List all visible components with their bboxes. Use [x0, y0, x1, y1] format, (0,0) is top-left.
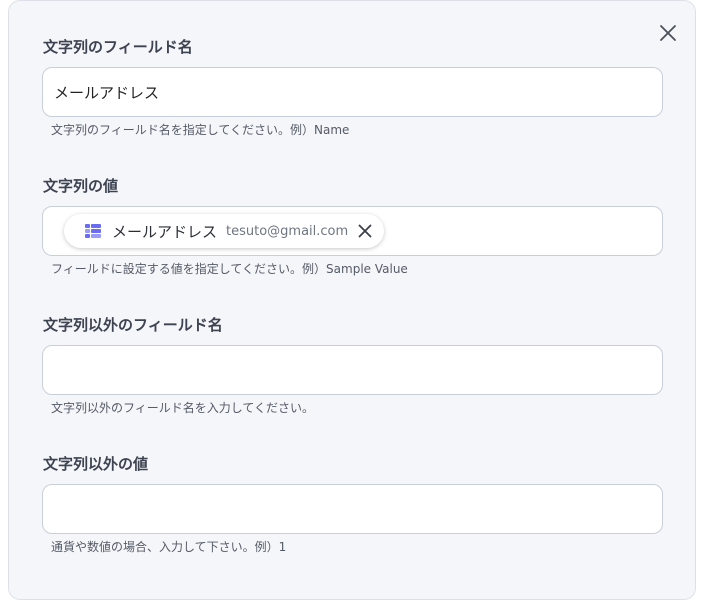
non-string-field-name-hint: 文字列以外のフィールド名を入力してください。: [51, 401, 315, 415]
close-icon: [660, 25, 676, 41]
non-string-field-name-label: 文字列以外のフィールド名: [43, 316, 223, 334]
data-source-icon: [84, 222, 102, 240]
chip-label: メールアドレス: [112, 222, 218, 241]
chip-remove-button[interactable]: [356, 222, 374, 240]
non-string-value-hint: 通貨や数値の場合、入力して下さい。例）1: [51, 540, 287, 554]
settings-panel: 文字列のフィールド名 文字列のフィールド名を指定してください。例）Name 文字…: [8, 0, 696, 600]
string-value-input[interactable]: メールアドレス tesuto@gmail.com: [42, 206, 663, 256]
non-string-value-label: 文字列以外の値: [43, 455, 149, 473]
variable-chip[interactable]: メールアドレス tesuto@gmail.com: [64, 214, 385, 248]
string-field-name-input[interactable]: [42, 67, 663, 117]
chip-value: tesuto@gmail.com: [226, 223, 349, 239]
string-value-label: 文字列の値: [43, 177, 119, 195]
string-value-hint: フィールドに設定する値を指定してください。例）Sample Value: [51, 262, 408, 276]
non-string-field-name-input[interactable]: [42, 345, 663, 395]
string-field-name-hint: 文字列のフィールド名を指定してください。例）Name: [51, 123, 350, 137]
string-field-name-label: 文字列のフィールド名: [43, 38, 193, 56]
non-string-value-input[interactable]: [42, 484, 663, 534]
close-icon: [358, 224, 372, 238]
close-button[interactable]: [656, 21, 680, 45]
